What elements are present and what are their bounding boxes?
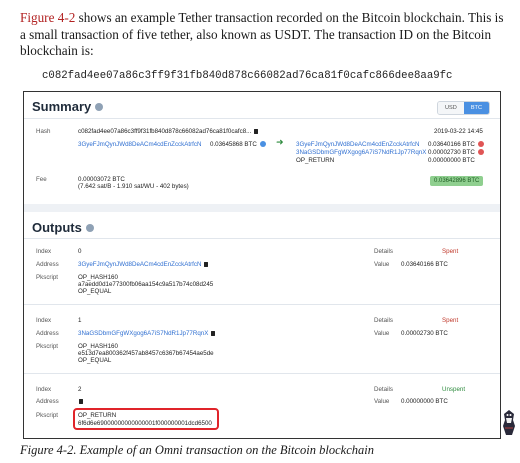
output-value: 0.00000000 BTC <box>401 398 448 405</box>
details-label: Details <box>374 386 393 393</box>
intro-text: shows an example Tether transaction reco… <box>20 10 504 58</box>
output-address-row: 3GyeFJmQynJWd8DeACm4cdEnZcckAtrfcN <box>78 261 209 268</box>
spent-circle-icon[interactable] <box>477 149 484 156</box>
row-divider <box>24 304 500 305</box>
output-address[interactable]: 3NaGSDbmGFgWXgog6A7iS7NdR1Jp77RqnX <box>78 330 208 337</box>
transaction-id-code: c082fad4ee07a86c3ff9f31fb840d878c66082ad… <box>42 70 453 82</box>
pkscript-line: e513d7ea800362f457ab8457c6367b67454ae5de <box>78 350 214 357</box>
copy-icon[interactable] <box>211 330 216 336</box>
address-label: Address <box>36 330 59 337</box>
summary-output-amount-1: 0.00002730 BTC <box>428 149 475 156</box>
value-label: Value <box>374 261 390 268</box>
fee-detail: (7.642 sat/B - 1.910 sat/WU - 402 bytes) <box>78 183 189 190</box>
details-label: Details <box>374 317 393 324</box>
summary-output-amount-row-1: 0.00002730 BTC <box>428 149 484 156</box>
summary-output-amount-0: 0.03640166 BTC <box>428 141 475 148</box>
copy-icon[interactable] <box>79 398 83 404</box>
info-icon[interactable] <box>85 223 94 232</box>
input-amount: 0.03645868 BTC <box>210 141 257 148</box>
hash-value: c082fad4ee07a86c3ff9f31fb840d878c66082ad… <box>78 128 252 135</box>
summary-title: Summary <box>32 99 92 114</box>
figure-caption: Figure 4-2. Example of an Omni transacti… <box>20 443 374 457</box>
hash-label: Hash <box>36 128 51 135</box>
total-amount-badge: 0.03642896 BTC <box>430 176 484 186</box>
output-address[interactable]: 3GyeFJmQynJWd8DeACm4cdEnZcckAtrfcN <box>78 261 201 268</box>
summary-output-address-2: OP_RETURN <box>296 157 335 164</box>
outputs-title: Outputs <box>32 220 82 235</box>
pkscript-line: a7aedd0d1e77300fb06aa154c9a517b74c08d245 <box>78 281 214 288</box>
address-label: Address <box>36 261 59 268</box>
toggle-btc[interactable]: BTC <box>463 102 489 114</box>
pkscript-label: Pkscript <box>36 412 59 419</box>
toggle-usd[interactable]: USD <box>438 102 464 114</box>
currency-toggle[interactable]: USD BTC <box>437 101 490 115</box>
plus-circle-icon[interactable] <box>259 141 266 148</box>
output-index: 0 <box>78 248 82 255</box>
input-amount-row: 0.03645868 BTC <box>210 141 266 148</box>
outputs-heading: Outputs <box>32 220 94 235</box>
animal-illustration <box>503 410 515 435</box>
fee-label: Fee <box>36 176 47 183</box>
address-label: Address <box>36 398 59 405</box>
details-label: Details <box>374 248 393 255</box>
index-label: Index <box>36 248 52 255</box>
blockchain-explorer-screenshot: Summary USD BTC Hash c082fad4ee07a86c3ff… <box>23 91 501 439</box>
output-status: Spent <box>442 317 459 324</box>
pkscript-line: OP_HASH160 <box>78 343 118 350</box>
arrow-right-icon: ➜ <box>276 138 284 148</box>
summary-output-address-1[interactable]: 3NaGSDbmGFgWXgog6A7iS7NdR1Jp77RqnX <box>296 149 426 156</box>
output-index: 2 <box>78 386 82 393</box>
summary-output-amount-2: 0.00000000 BTC <box>428 157 475 164</box>
op-return-highlight-box <box>73 408 219 430</box>
fee-value: 0.00003072 BTC <box>78 176 125 183</box>
spent-circle-icon[interactable] <box>477 141 484 148</box>
summary-divider <box>24 118 500 119</box>
outputs-divider <box>24 238 500 239</box>
index-label: Index <box>36 317 52 324</box>
input-address[interactable]: 3GyeFJmQynJWd8DeACm4cdEnZcckAtrfcN <box>78 141 201 148</box>
index-label: Index <box>36 386 52 393</box>
output-index: 1 <box>78 317 82 324</box>
output-status: Unspent <box>442 386 466 393</box>
row-divider <box>24 373 500 374</box>
output-address-row: 3NaGSDbmGFgWXgog6A7iS7NdR1Jp77RqnX <box>78 330 216 337</box>
summary-output-address-0[interactable]: 3GyeFJmQynJWd8DeACm4cdEnZcckAtrfcN <box>296 141 419 148</box>
summary-heading: Summary <box>32 99 104 114</box>
value-label: Value <box>374 398 390 405</box>
info-icon[interactable] <box>95 102 104 111</box>
pkscript-label: Pkscript <box>36 274 59 281</box>
pkscript-line: OP_EQUAL <box>78 288 112 295</box>
intro-paragraph: Figure 4-2 shows an example Tether trans… <box>20 10 512 60</box>
section-gap <box>24 204 500 212</box>
output-address-row <box>78 398 83 405</box>
pkscript-line: OP_HASH160 <box>78 274 118 281</box>
copy-icon[interactable] <box>204 261 209 267</box>
value-label: Value <box>374 330 390 337</box>
figure-reference-link[interactable]: Figure 4-2 <box>20 10 75 25</box>
pkscript-line: OP_EQUAL <box>78 357 112 364</box>
output-value: 0.03640166 BTC <box>401 261 448 268</box>
timestamp: 2019-03-22 14:45 <box>434 128 483 135</box>
summary-output-amount-row-0: 0.03640166 BTC <box>428 141 484 148</box>
output-status: Spent <box>442 248 459 255</box>
pkscript-label: Pkscript <box>36 343 59 350</box>
hash-value-row: c082fad4ee07a86c3ff9f31fb840d878c66082ad… <box>78 128 259 135</box>
output-value: 0.00002730 BTC <box>401 330 448 337</box>
copy-icon[interactable] <box>254 128 259 134</box>
